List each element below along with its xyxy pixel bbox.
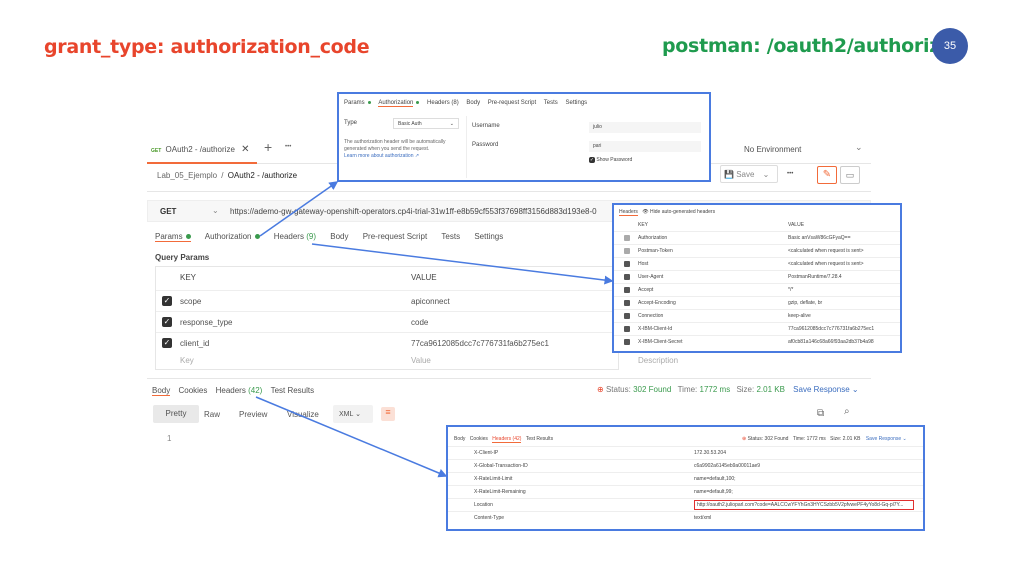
- arrow-authorization: [259, 181, 339, 237]
- arrow-response-headers: [255, 396, 448, 478]
- annotation-arrows: [255, 181, 614, 478]
- arrow-headers: [311, 243, 614, 285]
